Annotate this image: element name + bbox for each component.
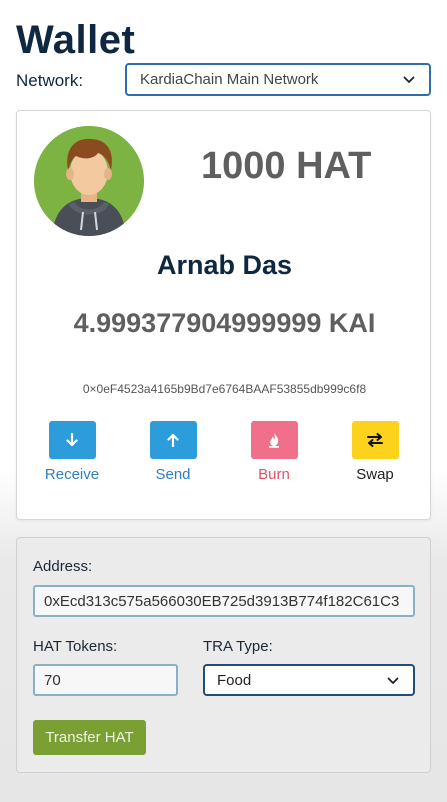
send-button[interactable] [149, 421, 197, 459]
burn-label: Burn [258, 466, 290, 483]
transfer-form: Address: 0xEcd313c575a566030EB725d3913B7… [16, 537, 431, 773]
send-label: Send [155, 466, 191, 483]
tra-type-value: Food [217, 671, 252, 689]
tra-type-label: TRA Type: [203, 638, 273, 655]
burn-action[interactable]: Burn [234, 421, 314, 483]
wallet-address: 0×0eF4523a4165b9Bd7e6764BAAF53855db999c6… [82, 382, 367, 396]
swap-arrows-icon [367, 433, 383, 447]
page-title: Wallet [16, 18, 136, 62]
network-select[interactable]: KardiaChain Main Network [125, 63, 431, 96]
receive-button[interactable] [48, 421, 96, 459]
network-label: Network: [16, 71, 84, 90]
hat-tokens-label: HAT Tokens: [33, 638, 118, 655]
transfer-hat-button[interactable]: Transfer HAT [33, 720, 146, 755]
hat-tokens-input[interactable]: 70 [33, 664, 178, 696]
user-name: Arnab Das [156, 250, 293, 280]
flame-icon [269, 433, 279, 448]
swap-action[interactable]: Swap [335, 421, 415, 483]
arrow-down-icon [66, 433, 78, 447]
tra-type-select[interactable]: Food [203, 664, 415, 696]
network-select-value: KardiaChain Main Network [140, 71, 319, 88]
receive-label: Receive [44, 466, 100, 483]
address-label: Address: [33, 558, 93, 575]
send-action[interactable]: Send [133, 421, 213, 483]
receive-action[interactable]: Receive [32, 421, 112, 483]
address-input[interactable]: 0xEcd313c575a566030EB725d3913B774f182C61… [33, 585, 415, 617]
wallet-card: 1000 HAT Arnab Das 4.999377904999999 KAI… [16, 110, 431, 520]
avatar [34, 126, 144, 236]
hat-balance: 1000 HAT [201, 145, 372, 187]
chevron-down-icon [387, 677, 399, 684]
burn-button[interactable] [250, 421, 298, 459]
arrow-up-icon [167, 433, 179, 447]
hat-tokens-value: 70 [44, 671, 61, 689]
chevron-down-icon [403, 76, 415, 83]
address-input-value: 0xEcd313c575a566030EB725d3913B774f182C61… [44, 592, 400, 610]
swap-label: Swap [356, 466, 394, 483]
swap-button[interactable] [351, 421, 399, 459]
kai-balance: 4.999377904999999 KAI [73, 308, 376, 338]
